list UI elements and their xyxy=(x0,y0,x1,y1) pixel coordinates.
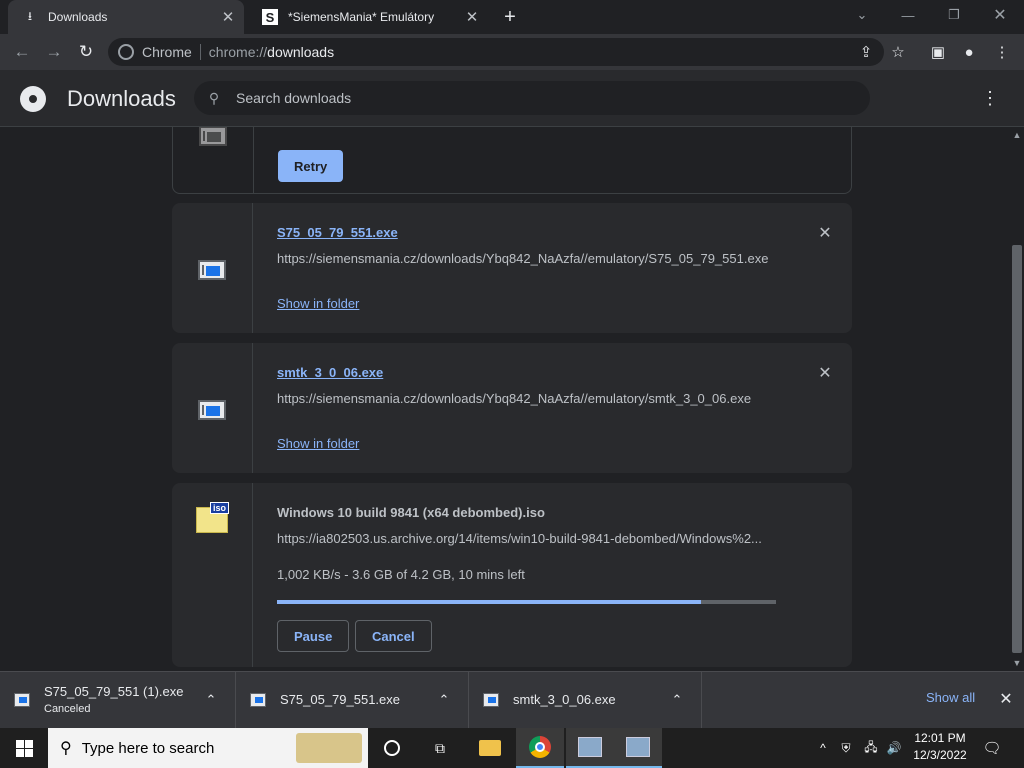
shelf-item[interactable]: S75_05_79_551 (1).exe Canceled ⌃ xyxy=(0,671,236,728)
chrome-logo-icon xyxy=(20,86,46,112)
taskbar-search-placeholder: Type here to search xyxy=(81,739,215,757)
url-scheme: chrome:// xyxy=(208,44,268,60)
downloads-list: Retry S75_05_79_551.exe https://siemensm… xyxy=(0,127,1010,671)
file-explorer-icon[interactable] xyxy=(466,728,514,768)
shelf-item-name: S75_05_79_551.exe xyxy=(280,692,401,707)
window-close-button[interactable]: ✕ xyxy=(978,2,1022,28)
exe-file-icon xyxy=(199,127,227,146)
progress-fill xyxy=(277,600,702,604)
exe-file-icon xyxy=(198,260,226,280)
shelf-item-name: smtk_3_0_06.exe xyxy=(513,692,616,707)
more-actions-icon[interactable]: ⋮ xyxy=(978,86,1002,110)
new-tab-button[interactable]: + xyxy=(498,5,522,29)
side-panel-icon[interactable]: ▣ xyxy=(926,40,950,64)
start-button[interactable] xyxy=(0,728,48,768)
scroll-down-arrow-icon[interactable]: ▼ xyxy=(1010,656,1024,670)
download-status: 1,002 KB/s - 3.6 GB of 4.2 GB, 10 mins l… xyxy=(277,567,525,582)
shelf-item-status: Canceled xyxy=(44,703,91,715)
clock-time: 12:01 PM xyxy=(914,731,966,745)
file-name-link[interactable]: smtk_3_0_06.exe xyxy=(277,365,383,380)
scroll-thumb[interactable] xyxy=(1012,245,1022,653)
chevron-up-icon[interactable]: ⌃ xyxy=(201,690,221,710)
show-hidden-icons-icon[interactable]: ^ xyxy=(814,728,832,768)
tab-search-chevron-icon[interactable]: ⌄ xyxy=(840,2,884,28)
download-card-failed: Retry xyxy=(172,127,852,194)
iso-file-icon: iso xyxy=(196,502,229,533)
restore-button[interactable]: ❐ xyxy=(932,2,976,28)
task-view-icon[interactable]: ⧉ xyxy=(416,728,464,768)
network-icon[interactable]: 🖧 xyxy=(860,728,882,768)
download-card: smtk_3_0_06.exe https://siemensmania.cz/… xyxy=(172,343,852,473)
notifications-icon[interactable]: 🗨 xyxy=(980,728,1004,768)
remove-from-list-icon[interactable]: ✕ xyxy=(817,225,833,242)
share-icon[interactable]: ⇪ xyxy=(854,40,878,64)
divider xyxy=(199,44,201,60)
search-icon: ⚲ xyxy=(208,89,220,106)
search-input[interactable] xyxy=(236,90,836,106)
shelf-item[interactable]: S75_05_79_551.exe ⌃ xyxy=(236,671,469,728)
show-in-folder-link[interactable]: Show in folder xyxy=(277,436,359,451)
page-title: Downloads xyxy=(67,86,176,111)
search-downloads[interactable]: ⚲ xyxy=(194,81,870,115)
url-host: downloads xyxy=(267,44,335,60)
exe-file-icon xyxy=(250,692,266,707)
pause-button[interactable]: Pause xyxy=(277,620,350,652)
reload-button[interactable]: ↻ xyxy=(74,40,98,64)
search-icon: ⚲ xyxy=(60,740,72,757)
forward-button[interactable]: → xyxy=(42,40,66,64)
search-highlight-image xyxy=(296,733,362,763)
minimize-button[interactable]: — xyxy=(886,2,930,28)
tab-downloads[interactable]: ⭳ Downloads ✕ xyxy=(8,0,244,34)
chrome-site-icon xyxy=(118,44,134,60)
profile-icon[interactable]: ● xyxy=(957,40,981,64)
address-bar[interactable]: Chrome chrome:// downloads xyxy=(108,38,884,66)
tab-title: *SiemensMania* Emulátory xyxy=(288,10,435,24)
cancel-button[interactable]: Cancel xyxy=(355,620,432,652)
progress-bar xyxy=(277,600,776,604)
installer-app-icon[interactable] xyxy=(566,728,614,768)
retry-button[interactable]: Retry xyxy=(278,150,344,182)
windows-logo-icon xyxy=(15,739,33,757)
chevron-up-icon[interactable]: ⌃ xyxy=(667,690,687,710)
show-in-folder-link[interactable]: Show in folder xyxy=(277,296,359,311)
download-card: S75_05_79_551.exe https://siemensmania.c… xyxy=(172,203,852,333)
system-clock[interactable]: 12:01 PM 12/3/2022 xyxy=(900,730,980,764)
security-icon[interactable]: ⛨ xyxy=(836,728,856,768)
cortana-icon[interactable] xyxy=(368,728,416,768)
file-name: Windows 10 build 9841 (x64 debombed).iso xyxy=(277,505,545,520)
tab-close-icon[interactable]: ✕ xyxy=(464,9,480,26)
exe-file-icon xyxy=(483,692,499,707)
tab-close-icon[interactable]: ✕ xyxy=(220,9,236,26)
download-icon: ⭳ xyxy=(27,8,33,23)
tab-siemensmania[interactable]: S *SiemensMania* Emulátory ✕ xyxy=(248,0,488,34)
installer-app-icon[interactable] xyxy=(614,728,662,768)
chevron-up-icon[interactable]: ⌃ xyxy=(434,690,454,710)
file-url[interactable]: https://siemensmania.cz/downloads/Ybq842… xyxy=(277,251,797,266)
chrome-taskbar-icon[interactable] xyxy=(516,728,564,768)
back-button[interactable]: ← xyxy=(10,40,34,64)
file-url[interactable]: https://ia802503.us.archive.org/14/items… xyxy=(277,531,797,546)
shelf-item[interactable]: smtk_3_0_06.exe ⌃ xyxy=(469,671,702,728)
browser-menu-icon[interactable]: ⋮ xyxy=(990,40,1014,64)
exe-file-icon xyxy=(14,692,30,707)
siemensmania-favicon: S xyxy=(262,9,278,25)
shelf-item-name: S75_05_79_551 (1).exe xyxy=(44,684,184,699)
bookmark-star-icon[interactable]: ☆ xyxy=(886,40,910,64)
scroll-up-arrow-icon[interactable]: ▲ xyxy=(1010,128,1024,142)
site-name: Chrome xyxy=(142,44,192,60)
download-card-in-progress: iso Windows 10 build 9841 (x64 debombed)… xyxy=(172,483,852,667)
show-all-link[interactable]: Show all xyxy=(926,690,975,705)
tab-title: Downloads xyxy=(48,10,108,24)
remove-from-list-icon[interactable]: ✕ xyxy=(817,365,833,382)
close-shelf-icon[interactable]: ✕ xyxy=(996,689,1016,709)
file-name-link[interactable]: S75_05_79_551.exe xyxy=(277,225,398,240)
file-url[interactable]: https://siemensmania.cz/downloads/Ybq842… xyxy=(277,391,797,406)
exe-file-icon xyxy=(198,400,226,420)
clock-date: 12/3/2022 xyxy=(913,748,967,762)
